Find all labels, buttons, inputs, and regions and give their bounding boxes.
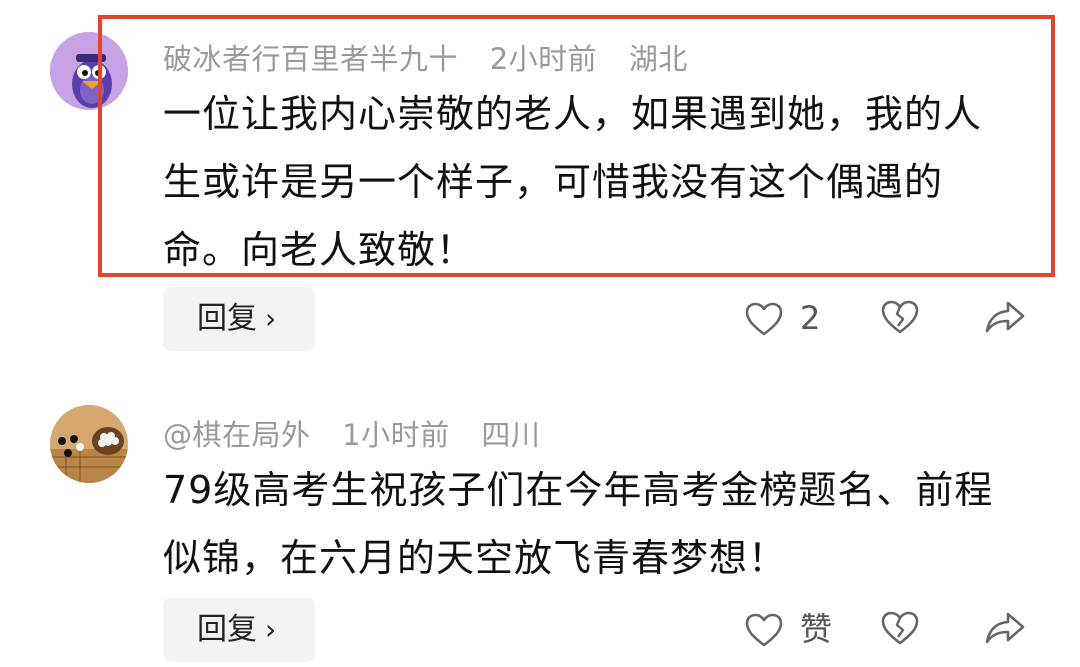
share-button[interactable] bbox=[984, 610, 1028, 650]
comment-time: 2小时前 bbox=[489, 42, 598, 76]
dislike-button[interactable] bbox=[880, 299, 924, 339]
chevron-right-icon: › bbox=[265, 613, 277, 646]
comment-time: 1小时前 bbox=[342, 418, 450, 452]
share-arrow-icon bbox=[985, 612, 1025, 644]
comment-location: 湖北 bbox=[628, 42, 688, 76]
comment-actions: 赞 bbox=[740, 598, 1040, 662]
comment-item: 破冰者行百里者半九十 2小时前 湖北 一位让我内心崇敬的老人，如果遇到她，我的人… bbox=[0, 0, 1080, 380]
reply-label: 回复 bbox=[197, 301, 257, 336]
username[interactable]: @棋在局外 bbox=[163, 418, 311, 452]
comment-meta: 破冰者行百里者半九十 2小时前 湖北 bbox=[163, 36, 710, 78]
comment-actions: 2 bbox=[740, 287, 1040, 351]
comment-meta: @棋在局外 1小时前 四川 bbox=[163, 412, 562, 454]
chevron-right-icon: › bbox=[265, 302, 277, 335]
like-button[interactable]: 赞 bbox=[744, 610, 864, 650]
share-arrow-icon bbox=[985, 301, 1025, 333]
reply-button[interactable]: 回复 › bbox=[163, 598, 315, 662]
heart-icon bbox=[745, 302, 783, 336]
avatar[interactable] bbox=[50, 405, 128, 483]
reply-button[interactable]: 回复 › bbox=[163, 287, 315, 351]
broken-heart-icon bbox=[881, 611, 919, 645]
like-label: 赞 bbox=[800, 610, 833, 648]
reply-label: 回复 bbox=[197, 612, 257, 647]
go-board-icon bbox=[50, 405, 128, 483]
heart-icon bbox=[745, 613, 783, 647]
comment-item: @棋在局外 1小时前 四川 79级高考生祝孩子们在今年高考金榜题名、前程似锦，在… bbox=[0, 400, 1080, 667]
like-button[interactable]: 2 bbox=[744, 299, 864, 339]
username[interactable]: 破冰者行百里者半九十 bbox=[163, 42, 458, 76]
share-button[interactable] bbox=[984, 299, 1028, 339]
comment-list: 破冰者行百里者半九十 2小时前 湖北 一位让我内心崇敬的老人，如果遇到她，我的人… bbox=[0, 0, 1080, 667]
comment-location: 四川 bbox=[481, 418, 541, 452]
comment-text: 79级高考生祝孩子们在今年高考金榜题名、前程似锦，在六月的天空放飞青春梦想！ bbox=[163, 468, 994, 580]
comment-text: 一位让我内心崇敬的老人，如果遇到她，我的人生或许是另一个样子，可惜我没有这个偶遇… bbox=[163, 92, 983, 272]
broken-heart-icon bbox=[881, 300, 919, 334]
dislike-button[interactable] bbox=[880, 610, 924, 650]
like-count: 2 bbox=[800, 299, 821, 337]
